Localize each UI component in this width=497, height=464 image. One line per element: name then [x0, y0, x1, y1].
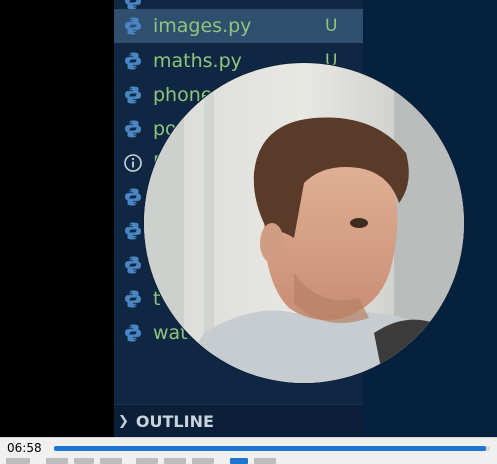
outline-section-header[interactable]: ❯ OUTLINE — [114, 404, 363, 438]
next-button[interactable] — [100, 458, 122, 464]
volume-indicator[interactable] — [230, 458, 248, 464]
file-item[interactable]: images.py U — [114, 9, 363, 43]
file-name: images.py — [153, 15, 252, 37]
seek-bar[interactable] — [54, 446, 490, 451]
chevron-right-icon: ❯ — [118, 414, 129, 429]
webcam-overlay — [143, 62, 465, 384]
loop-button[interactable] — [192, 458, 214, 464]
stop-button[interactable] — [74, 458, 94, 464]
seek-bar-fill — [54, 446, 486, 451]
previous-button[interactable] — [46, 458, 68, 464]
play-button[interactable] — [6, 458, 30, 464]
python-icon — [123, 221, 143, 241]
git-status-badge: U — [325, 16, 338, 36]
python-icon — [123, 16, 143, 36]
python-icon — [123, 187, 143, 207]
python-icon — [123, 85, 143, 105]
python-icon — [123, 289, 143, 309]
left-black-area — [0, 0, 114, 437]
python-icon — [123, 323, 143, 343]
presenter-video — [144, 63, 464, 383]
python-icon — [123, 51, 143, 71]
shuffle-button[interactable] — [254, 458, 276, 464]
playback-time: 06:58 — [7, 441, 42, 455]
python-icon — [123, 119, 143, 139]
fullscreen-button[interactable] — [136, 458, 158, 464]
info-icon — [123, 153, 143, 173]
media-player-bar: 06:58 — [0, 437, 497, 464]
player-controls — [0, 458, 497, 464]
outline-label: OUTLINE — [135, 412, 214, 431]
playlist-button[interactable] — [164, 458, 186, 464]
python-icon — [123, 255, 143, 275]
